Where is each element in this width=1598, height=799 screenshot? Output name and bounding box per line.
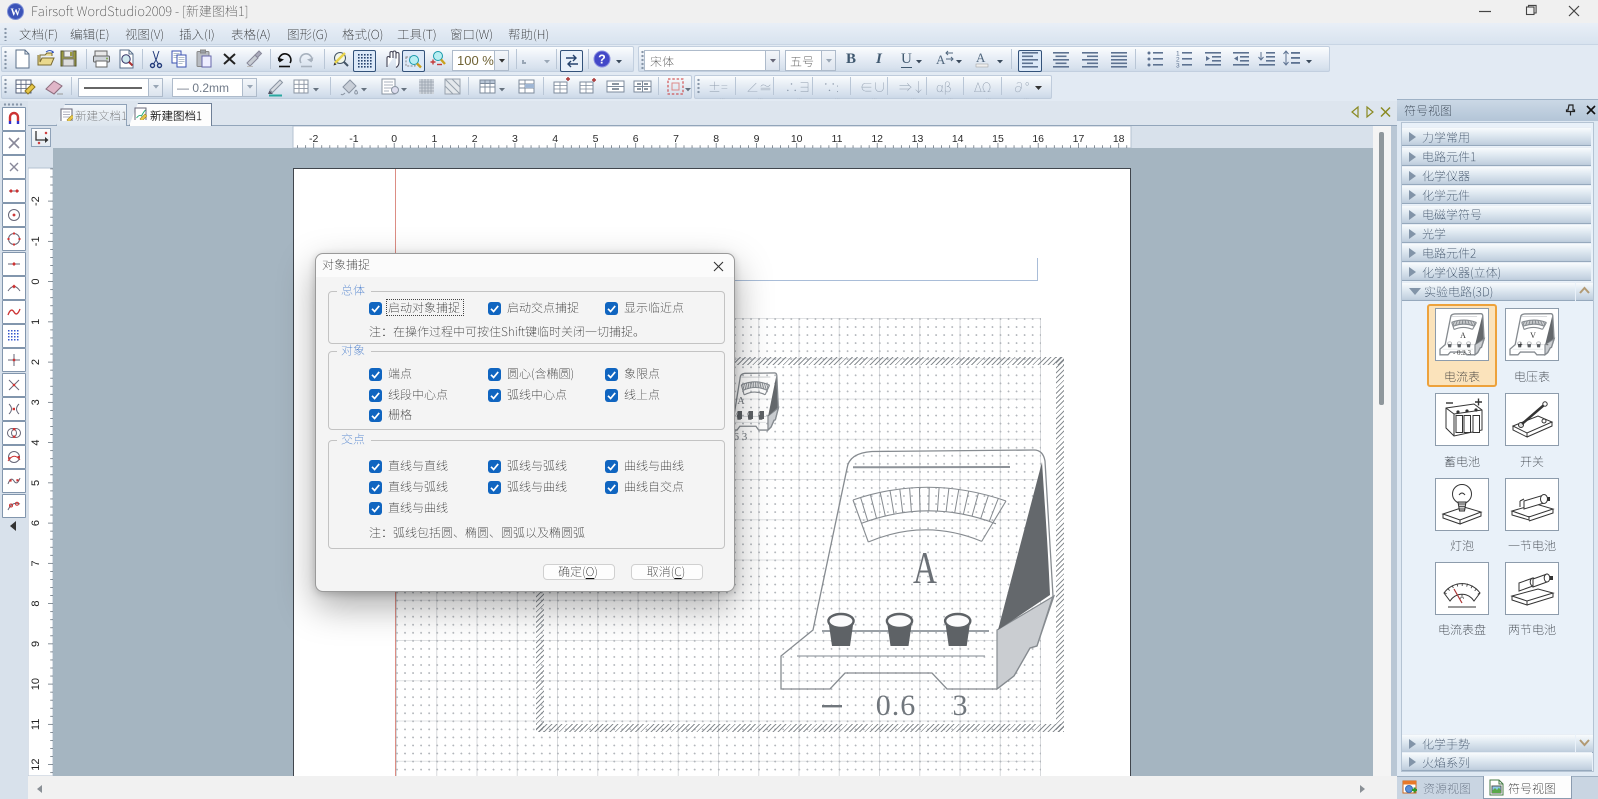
svg-text:A: A <box>913 542 937 594</box>
svg-text:V: V <box>1530 331 1536 340</box>
svg-text:-1: -1 <box>30 236 42 246</box>
svg-text:6: 6 <box>30 520 42 526</box>
svg-text:16: 16 <box>1032 133 1044 145</box>
svg-text:A: A <box>976 50 986 65</box>
svg-text:4: 4 <box>30 440 42 446</box>
svg-text:7: 7 <box>673 133 679 145</box>
svg-text:11: 11 <box>832 133 843 145</box>
svg-text:?: ? <box>598 53 606 67</box>
svg-text:0.6: 0.6 <box>876 689 917 722</box>
svg-text:- 0.2 3: - 0.2 3 <box>1453 349 1472 357</box>
svg-text:A: A <box>737 396 745 407</box>
svg-text:A: A <box>936 52 946 67</box>
svg-text:-2: -2 <box>30 196 42 206</box>
svg-text:13: 13 <box>912 133 924 145</box>
svg-text:14: 14 <box>952 133 964 145</box>
svg-text:3: 3 <box>1176 63 1180 70</box>
svg-text:2: 2 <box>472 133 478 145</box>
svg-text:3: 3 <box>512 133 518 145</box>
svg-text:A: A <box>1460 595 1464 601</box>
svg-text:8: 8 <box>713 133 719 145</box>
svg-text:-2: -2 <box>309 133 318 145</box>
svg-text:12: 12 <box>871 133 883 145</box>
svg-text:3: 3 <box>30 399 42 405</box>
svg-text:W: W <box>11 8 21 19</box>
svg-text:15: 15 <box>992 133 1004 145</box>
svg-text:12: 12 <box>30 758 42 770</box>
svg-text:10: 10 <box>791 133 803 145</box>
svg-text:11: 11 <box>30 719 42 730</box>
svg-text:1: 1 <box>431 133 437 145</box>
svg-text:10: 10 <box>30 678 42 690</box>
svg-text:0: 0 <box>30 279 42 285</box>
svg-text:4: 4 <box>552 133 558 145</box>
svg-text:+: + <box>1518 340 1523 349</box>
svg-text:2: 2 <box>30 359 42 365</box>
svg-text:3: 3 <box>953 689 968 722</box>
svg-text:6: 6 <box>633 133 639 145</box>
svg-text:0: 0 <box>391 133 397 145</box>
svg-text:-: - <box>1546 340 1549 349</box>
svg-text:18: 18 <box>1113 133 1125 145</box>
svg-text:5: 5 <box>30 480 42 486</box>
svg-text:8: 8 <box>30 601 42 607</box>
svg-text:1: 1 <box>30 319 42 325</box>
svg-text:5: 5 <box>593 133 599 145</box>
svg-text:9: 9 <box>754 133 760 145</box>
svg-text:-1: -1 <box>349 133 358 145</box>
svg-text:A: A <box>1460 331 1466 340</box>
svg-text:7: 7 <box>30 560 42 566</box>
svg-text:9: 9 <box>30 641 42 647</box>
svg-text:17: 17 <box>1073 133 1085 145</box>
